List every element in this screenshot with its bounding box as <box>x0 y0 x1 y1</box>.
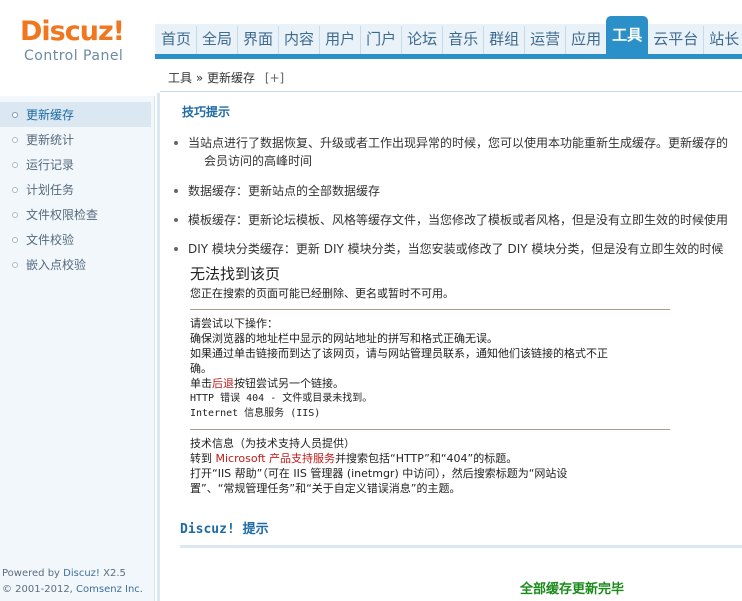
sidebar-item-label: 运行记录 <box>26 157 75 172</box>
breadcrumb: 工具 » 更新缓存 [+] <box>160 62 742 92</box>
circle-icon <box>12 161 18 168</box>
circle-icon <box>12 136 18 143</box>
circle-icon <box>12 111 18 118</box>
bullet-icon <box>174 141 178 145</box>
tech-line: 转到 Microsoft 产品支持服务并搜索包括“HTTP”和“404”的标题。 <box>190 452 518 465</box>
tip-item: DIY 模块分类缓存：更新 DIY 模块分类，当您安装或修改了 DIY 模块分类… <box>174 240 723 258</box>
message-box: 全部缓存更新完毕 <box>180 545 742 601</box>
discuz-tip-title: Discuz! 提示 <box>180 522 269 537</box>
nav-tab[interactable]: 音乐 <box>442 26 483 54</box>
try-line: 如果通过单击链接而到达了该网页，请与网站管理员联系，通知他们该链接的格式不正 <box>190 347 608 360</box>
sidebar-item-label: 计划任务 <box>26 182 75 197</box>
tech-heading: 技术信息（为技术支持人员提供） <box>190 437 355 450</box>
tech-line: 置”、“常规管理任务”和“关于自定义错误消息”的主题。 <box>190 482 461 495</box>
nav-tab[interactable]: 群组 <box>483 26 524 54</box>
tech-line: 打开“IIS 帮助”（可在 IIS 管理器 (inetmgr) 中访问），然后搜… <box>190 467 568 480</box>
powered-by: Powered by Discuz! X2.5 © 2001-2012, Com… <box>2 568 143 595</box>
iis-label: Internet 信息服务 (IIS) <box>190 408 321 419</box>
logo[interactable]: Discuz! Control Panel <box>20 16 140 65</box>
powered-link[interactable]: Discuz! <box>63 568 100 579</box>
sidebar-item[interactable]: 文件权限检查 <box>0 202 151 227</box>
nav-tab[interactable]: 用户 <box>319 26 360 54</box>
sidebar-item-label: 更新统计 <box>26 132 75 147</box>
error-404-panel: 无法找到该页 您正在搜索的页面可能已经删除、更名或暂时不可用。 请尝试以下操作：… <box>190 265 670 496</box>
sidebar-item-label: 文件权限检查 <box>26 207 99 222</box>
circle-icon <box>12 186 18 193</box>
error-title: 无法找到该页 <box>190 265 281 283</box>
divider <box>190 309 670 310</box>
sidebar-item[interactable]: 更新统计 <box>0 127 151 152</box>
circle-icon <box>12 261 18 268</box>
top-nav: 首页全局界面内容用户门户论坛音乐群组运营应用工具云平台站长› <box>156 16 742 54</box>
circle-icon <box>12 236 18 243</box>
sidebar-item-label: 嵌入点校验 <box>26 257 87 272</box>
sidebar: 更新缓存更新统计运行记录计划任务文件权限检查 文件校验嵌入点校验 <box>0 60 155 601</box>
http-error: HTTP 错误 404 - 文件或目录未找到。 <box>190 393 373 404</box>
nav-tab[interactable]: 站长 <box>703 26 742 54</box>
sidebar-item[interactable]: 文件校验 <box>0 227 151 252</box>
nav-tab[interactable]: 内容 <box>278 26 319 54</box>
try-line: 确保浏览器的地址栏中显示的网站地址的拼写和格式正确无误。 <box>190 332 498 345</box>
nav-tab[interactable]: 首页 <box>156 26 196 54</box>
sidebar-item[interactable]: 更新缓存 <box>0 102 151 127</box>
sidebar-item[interactable]: 嵌入点校验 <box>0 252 151 277</box>
nav-tab[interactable]: 应用 <box>565 26 606 54</box>
sidebar-menu: 更新缓存更新统计运行记录计划任务文件权限检查 文件校验嵌入点校验 <box>0 102 151 277</box>
sidebar-item[interactable]: 运行记录 <box>0 152 151 177</box>
nav-tab[interactable]: 论坛 <box>401 26 442 54</box>
tip-item: 数据缓存：更新站点的全部数据缓存 <box>174 182 380 200</box>
bullet-icon <box>174 247 178 251</box>
try-line: 确。 <box>190 362 212 375</box>
tips-title: 技巧提示 <box>182 105 231 119</box>
try-heading: 请尝试以下操作： <box>190 317 278 330</box>
divider <box>190 429 670 430</box>
nav-tab[interactable]: 云平台 <box>648 26 703 54</box>
add-shortcut-button[interactable]: [+] <box>265 71 284 85</box>
bullet-icon <box>174 189 178 193</box>
nav-tab[interactable]: 界面 <box>237 26 278 54</box>
breadcrumb-path: 工具 » 更新缓存 <box>168 71 255 85</box>
support-link[interactable]: Microsoft 产品支持服务 <box>216 452 336 465</box>
header: Discuz! Control Panel 首页 全局 界面 内容 用户 门户 论坛 音乐 群组… <box>0 0 742 64</box>
error-subtitle: 您正在搜索的页面可能已经删除、更名或暂时不可用。 <box>190 287 454 300</box>
main-content: 技巧提示 当站点进行了数据恢复、升级或者工作出现异常的时候，您可以使用本功能重新… <box>157 93 742 601</box>
nav-tab[interactable]: 运营 <box>524 26 565 54</box>
tip-item: 当站点进行了数据恢复、升级或者工作出现异常的时候，您可以使用本功能重新生成缓存。… <box>174 134 728 152</box>
sidebar-item-label: 更新缓存 <box>26 107 75 122</box>
nav-tab[interactable]: 门户 <box>360 26 401 54</box>
back-link[interactable]: 后退 <box>212 377 234 390</box>
nav-underline <box>155 54 742 59</box>
bullet-icon <box>174 218 178 222</box>
tip-item-continued: 会员访问的高峰时间 <box>204 154 313 168</box>
nav-tab[interactable]: 工具 <box>606 16 649 54</box>
circle-icon <box>12 211 18 218</box>
nav-tab[interactable]: 全局 <box>196 26 237 54</box>
sidebar-item[interactable]: 计划任务 <box>0 177 151 202</box>
tip-item: 模板缓存：更新论坛模板、风格等缓存文件，当您修改了模板或者风格，但是没有立即生效… <box>174 211 728 229</box>
success-message: 全部缓存更新完毕 <box>520 582 625 597</box>
sidebar-item-label: 文件校验 <box>26 232 75 247</box>
logo-brand: Discuz! <box>20 16 125 47</box>
try-line: 单击后退按钮尝试另一个链接。 <box>190 377 344 390</box>
company-link[interactable]: Comsenz Inc. <box>76 584 143 595</box>
